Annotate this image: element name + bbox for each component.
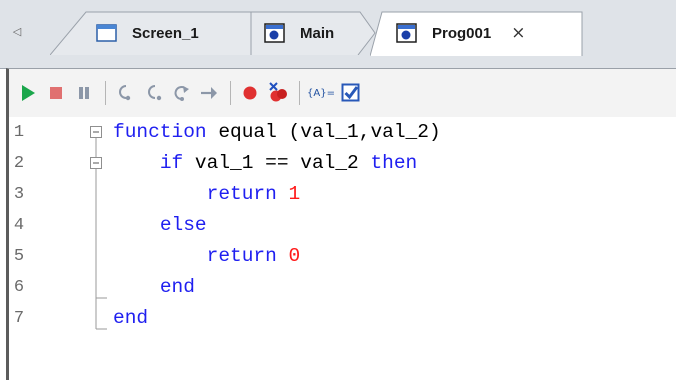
clear-breakpoints-icon[interactable]: [265, 80, 291, 106]
toolbar-separator: [105, 81, 106, 105]
step-into-icon[interactable]: [112, 80, 138, 106]
line-number: 4: [13, 216, 25, 235]
screen-icon: [96, 23, 118, 43]
code-text: else: [113, 210, 207, 241]
tab-bar: ◁ Screen_1 Main Prog001 ×: [0, 0, 676, 69]
code-text: end: [113, 303, 148, 334]
step-out-icon[interactable]: [168, 80, 194, 106]
code-editor[interactable]: {A}= 1 function equal (val_1,val_2) 2 if…: [6, 68, 676, 380]
stop-icon[interactable]: [43, 80, 69, 106]
code-text: return 1: [113, 179, 301, 210]
line-number: 6: [13, 278, 25, 297]
toolbar-separator: [230, 81, 231, 105]
program-icon: [396, 23, 418, 43]
watch-variable-icon[interactable]: {A}=: [306, 80, 336, 106]
code-token: equal (val_1,val_2): [206, 121, 441, 143]
keyword-token: else: [159, 214, 207, 236]
breakpoint-icon[interactable]: [237, 80, 263, 106]
code-token: val_1 == val_2: [183, 152, 371, 174]
code-line[interactable]: 4 else: [9, 210, 676, 241]
tab-main[interactable]: Main: [250, 11, 390, 55]
line-number: 2: [13, 154, 25, 173]
line-number: 7: [13, 309, 25, 328]
keyword-token: end: [113, 307, 149, 329]
keyword-token: end: [159, 276, 195, 298]
code-text: end: [113, 272, 195, 303]
step-over-icon[interactable]: [140, 80, 166, 106]
code-line[interactable]: 6 end: [9, 272, 676, 303]
line-number: 5: [13, 247, 25, 266]
keyword-token: then: [370, 152, 418, 174]
line-number: 3: [13, 185, 25, 204]
pause-icon[interactable]: [71, 80, 97, 106]
toolbar-separator: [299, 81, 300, 105]
code-line[interactable]: 5 return 0: [9, 241, 676, 272]
number-token: 0: [288, 245, 301, 267]
code-text: function equal (val_1,val_2): [113, 117, 441, 148]
code-text: if val_1 == val_2 then: [113, 148, 417, 179]
tab-screen-1[interactable]: Screen_1: [50, 11, 260, 55]
keyword-token: return: [206, 183, 277, 205]
keyword-token: return: [206, 245, 277, 267]
keyword-token: function: [113, 121, 207, 143]
debug-toolbar: {A}=: [9, 69, 676, 117]
program-icon: [264, 23, 286, 43]
number-token: 1: [288, 183, 301, 205]
code-line[interactable]: 1 function equal (val_1,val_2): [9, 117, 676, 148]
editor-window: ◁ Screen_1 Main Prog001 × {A}= 1 functio…: [0, 0, 676, 380]
tab-label: Prog001: [432, 24, 492, 42]
line-number: 1: [13, 123, 25, 142]
keyword-token: if: [159, 152, 184, 174]
tab-label: Screen_1: [132, 24, 199, 42]
code-line[interactable]: 2 if val_1 == val_2 then: [9, 148, 676, 179]
close-tab-icon[interactable]: ×: [511, 23, 525, 43]
tab-scroll-left-icon[interactable]: ◁: [4, 12, 30, 52]
code-line[interactable]: 3 return 1: [9, 179, 676, 210]
tab-label: Main: [300, 24, 335, 42]
run-icon[interactable]: [15, 80, 41, 106]
code-line[interactable]: 7 end: [9, 303, 676, 334]
run-to-cursor-icon[interactable]: [196, 80, 222, 106]
checkbox-icon[interactable]: [338, 80, 364, 106]
code-area[interactable]: 1 function equal (val_1,val_2) 2 if val_1 …: [9, 117, 676, 380]
code-text: return 0: [113, 241, 301, 272]
tab-prog001[interactable]: Prog001 ×: [370, 11, 585, 57]
